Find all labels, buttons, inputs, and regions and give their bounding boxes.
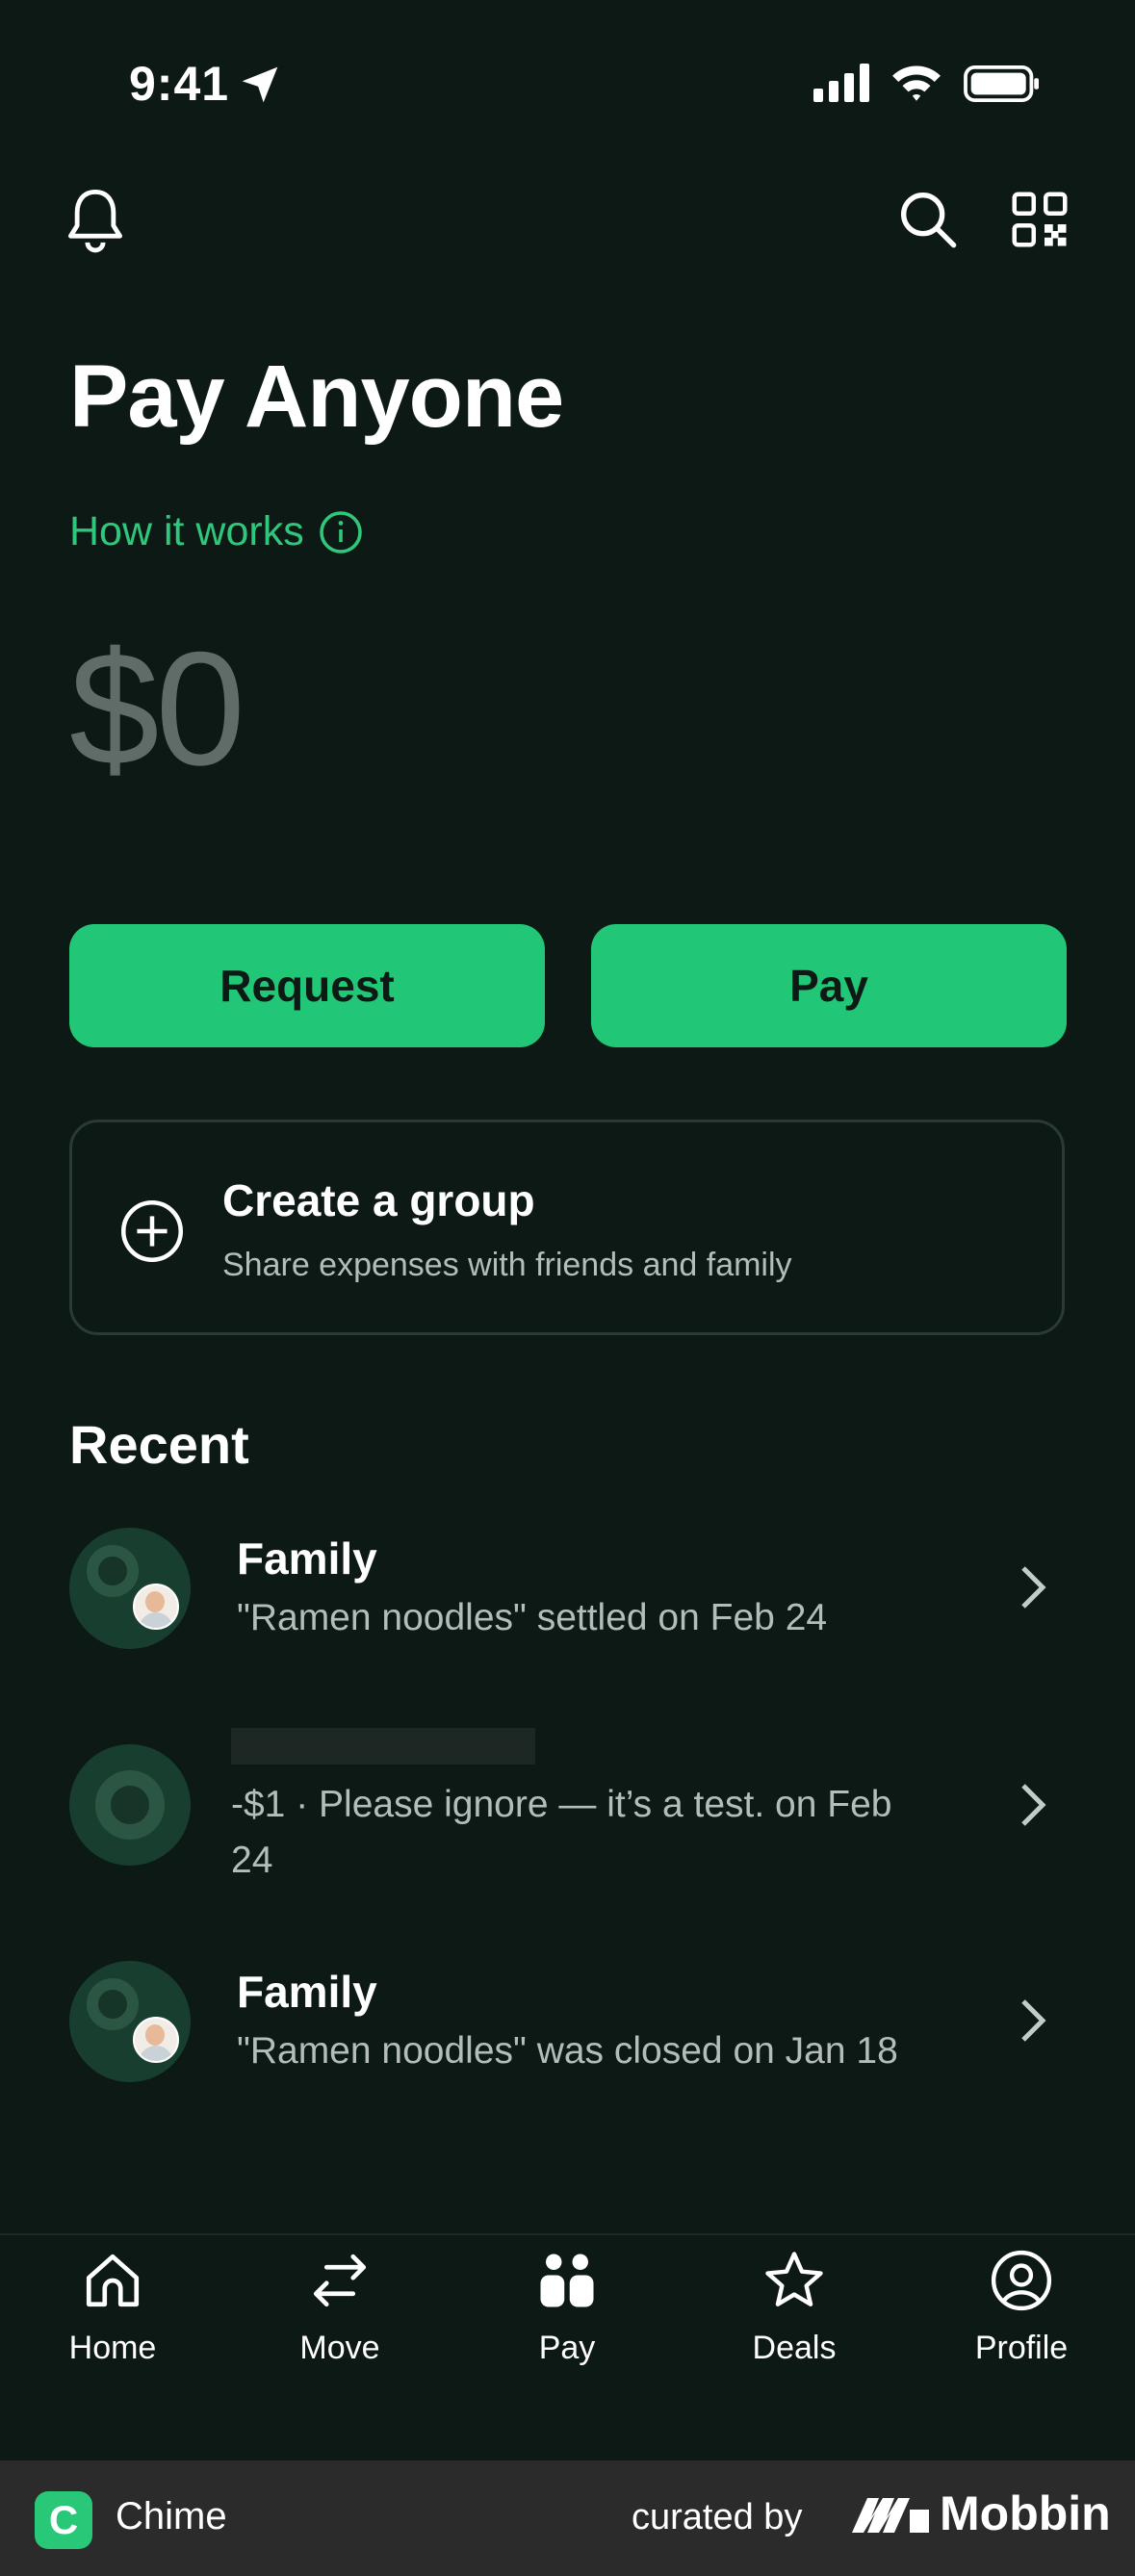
amount-display[interactable]: $0	[69, 616, 245, 802]
how-it-works-label: How it works	[69, 508, 304, 554]
redacted-name	[231, 1728, 535, 1765]
tab-home[interactable]: Home	[36, 2243, 190, 2367]
bell-icon[interactable]	[64, 187, 127, 254]
arrows-icon	[313, 2254, 367, 2307]
how-it-works-link[interactable]: How it works	[69, 508, 364, 555]
recent-item-title: Family	[237, 1967, 377, 2017]
create-group-subtitle: Share expenses with friends and family	[222, 1247, 792, 1283]
star-icon	[765, 2252, 823, 2306]
chevron-right-icon	[1021, 1784, 1046, 1826]
create-group-card[interactable]	[69, 1120, 1065, 1335]
recent-item-subtitle-cont: 24	[231, 1840, 273, 1881]
tab-label: Move	[299, 2330, 380, 2366]
tab-pay[interactable]: Pay	[490, 2243, 644, 2367]
chevron-right-icon	[1021, 1999, 1046, 2042]
group-avatar	[69, 1961, 191, 2082]
mobbin-brand: Mobbin	[851, 2486, 1111, 2541]
recent-item-subtitle: -$1 · Please ignore — it’s a test. on Fe…	[231, 1784, 892, 1825]
recent-item-subtitle: "Ramen noodles" was closed on Jan 18	[237, 2030, 898, 2072]
recent-item-title: Family	[237, 1533, 377, 1584]
app-name: Chime	[116, 2495, 227, 2537]
chime-logo-icon: C	[35, 2491, 92, 2549]
recent-item-subtitle: "Ramen noodles" settled on Feb 24	[237, 1597, 828, 1638]
curated-by-label: curated by	[632, 2497, 803, 2537]
contact-avatar	[69, 1744, 191, 1866]
tab-label: Deals	[752, 2330, 837, 2366]
info-icon	[319, 510, 362, 554]
member-photo	[133, 2017, 179, 2063]
status-time: 9:41	[129, 57, 230, 111]
profile-icon	[991, 2250, 1052, 2311]
group-avatar	[69, 1528, 191, 1649]
location-arrow-icon	[242, 66, 278, 103]
search-icon[interactable]	[897, 189, 959, 250]
tab-deals[interactable]: Deals	[717, 2243, 871, 2367]
chevron-right-icon	[1021, 1566, 1046, 1609]
brand-name: Mobbin	[940, 2486, 1111, 2540]
battery-icon	[964, 65, 1039, 102]
tab-label: Home	[68, 2330, 157, 2366]
member-photo	[133, 1584, 179, 1630]
signal-icon	[813, 64, 869, 102]
tab-bar-divider	[0, 2233, 1135, 2235]
people-icon	[540, 2254, 594, 2307]
mobbin-logo-icon	[852, 2498, 929, 2533]
wifi-icon	[892, 65, 941, 101]
tab-move[interactable]: Move	[263, 2243, 417, 2367]
home-icon	[86, 2254, 140, 2307]
plus-circle-icon	[120, 1199, 184, 1263]
tab-label: Pay	[538, 2330, 596, 2366]
tab-profile[interactable]: Profile	[944, 2243, 1098, 2367]
recent-heading: Recent	[69, 1414, 249, 1475]
create-group-title: Create a group	[222, 1175, 535, 1225]
qr-code-icon[interactable]	[1011, 191, 1069, 248]
tab-label: Profile	[974, 2330, 1069, 2366]
request-button[interactable]: Request	[69, 924, 545, 1047]
page-title: Pay Anyone	[69, 348, 564, 446]
pay-button[interactable]: Pay	[591, 924, 1067, 1047]
